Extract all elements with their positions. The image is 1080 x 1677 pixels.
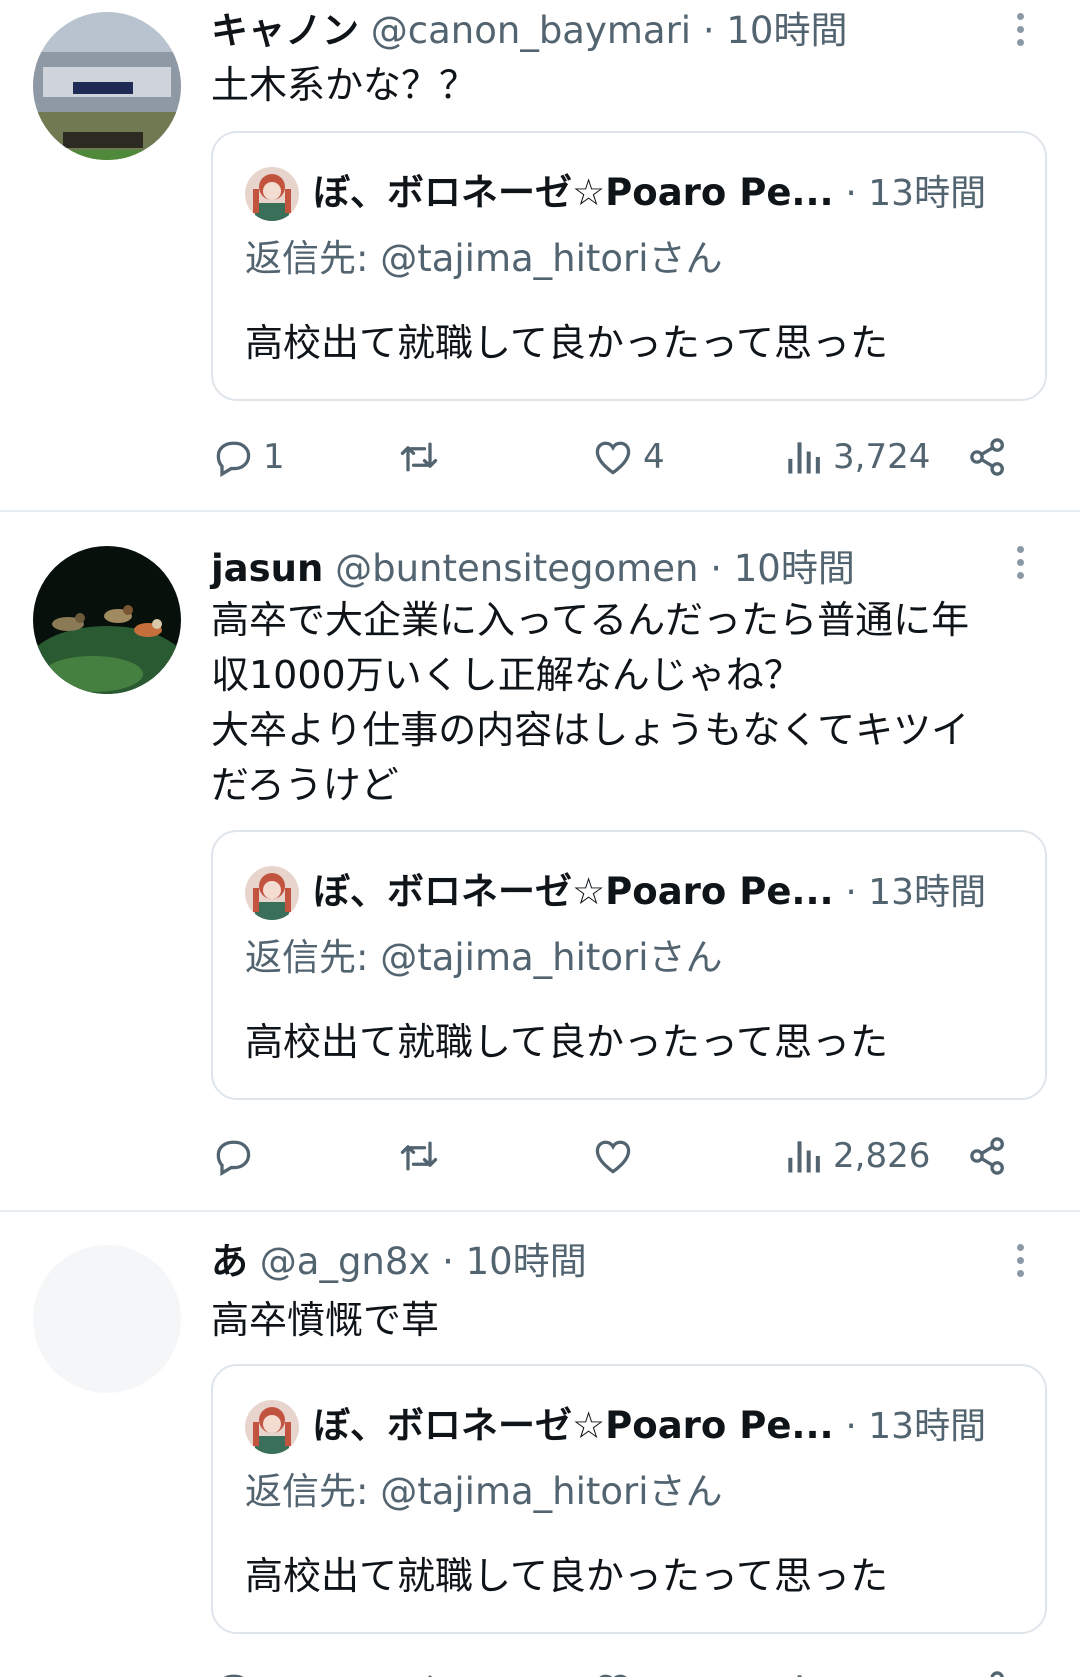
tweet[interactable]: キャノン @canon_baymari · 10時間 土木系かな？？ ぼ、ボロネ… bbox=[0, 0, 1080, 508]
quoted-reply-to: 返信先: @tajima_hitoriさん bbox=[245, 237, 723, 280]
tweet-text-line: だろうけど bbox=[211, 763, 399, 807]
view-count: 3,724 bbox=[833, 437, 931, 477]
retweet-icon bbox=[428, 1675, 432, 1677]
tweet-header: あ @a_gn8x · 10時間 bbox=[211, 1240, 587, 1284]
retweet-button[interactable] bbox=[397, 1660, 441, 1677]
like-count: 4 bbox=[643, 437, 665, 477]
share-button[interactable] bbox=[966, 427, 1010, 487]
share-button[interactable] bbox=[966, 1126, 1010, 1186]
separator-dot: · bbox=[710, 547, 722, 590]
tweet-text: 土木系かな？？ bbox=[211, 58, 1041, 113]
quoted-reply-to: 返信先: @tajima_hitoriさん bbox=[245, 1470, 723, 1513]
like-button[interactable] bbox=[591, 1660, 635, 1677]
tweet-text-line: 収1000万いくし正解なんじゃね？ bbox=[211, 653, 802, 697]
user-handle[interactable]: @buntensitegomen bbox=[335, 547, 698, 590]
timestamp[interactable]: 10時間 bbox=[466, 1240, 587, 1283]
quoted-header: ぼ、ボロネーゼ☆Poaro Pe... · 13時間 bbox=[313, 1402, 986, 1451]
timestamp[interactable]: 10時間 bbox=[726, 9, 847, 52]
share-icon bbox=[970, 438, 1004, 476]
share-button[interactable] bbox=[966, 1660, 1010, 1677]
heart-icon bbox=[595, 1140, 631, 1174]
display-name[interactable]: jasun bbox=[211, 547, 323, 590]
quoted-avatar bbox=[245, 1400, 299, 1454]
like-button[interactable]: 4 bbox=[591, 427, 665, 487]
share-icon bbox=[990, 1671, 1004, 1677]
reply-count: 1 bbox=[263, 437, 285, 477]
quoted-avatar bbox=[245, 167, 299, 221]
quoted-display-name: ぼ、ボロネーゼ☆Poaro Pe... bbox=[313, 870, 834, 913]
views-icon bbox=[788, 442, 820, 474]
quoted-timestamp: 13時間 bbox=[868, 872, 987, 913]
reply-icon bbox=[216, 441, 251, 477]
share-icon bbox=[970, 1137, 1004, 1175]
retweet-icon bbox=[400, 442, 438, 472]
avatar[interactable] bbox=[33, 1245, 181, 1393]
display-name[interactable]: キャノン bbox=[211, 9, 359, 52]
quoted-header: ぼ、ボロネーゼ☆Poaro Pe... · 13時間 bbox=[313, 169, 986, 218]
retweet-button[interactable] bbox=[397, 427, 449, 487]
reply-icon bbox=[216, 1140, 251, 1176]
views-button[interactable]: 2,826 bbox=[781, 1126, 930, 1186]
avatar[interactable] bbox=[33, 546, 181, 694]
retweet-icon bbox=[400, 1141, 438, 1171]
views-button[interactable] bbox=[781, 1660, 825, 1677]
separator-dot: · bbox=[845, 173, 857, 214]
reply-button[interactable]: 1 bbox=[211, 427, 285, 487]
reply-button[interactable] bbox=[211, 1126, 263, 1186]
quoted-text: 高校出て就職して良かったって思った bbox=[245, 321, 888, 365]
more-vertical-icon[interactable] bbox=[1014, 1244, 1026, 1283]
tweet-text-line: 土木系かな？？ bbox=[211, 63, 478, 107]
tweet-actions: 2,826 bbox=[211, 1126, 1041, 1186]
retweet-button[interactable] bbox=[397, 1126, 449, 1186]
reply-button[interactable] bbox=[211, 1660, 255, 1677]
quoted-avatar bbox=[245, 866, 299, 920]
quoted-timestamp: 13時間 bbox=[868, 173, 987, 214]
quoted-tweet[interactable]: ぼ、ボロネーゼ☆Poaro Pe... · 13時間 返信先: @tajima_… bbox=[211, 1364, 1047, 1634]
separator-dot: · bbox=[702, 9, 715, 52]
views-icon bbox=[788, 1141, 820, 1173]
heart-icon bbox=[599, 1674, 627, 1677]
user-handle[interactable]: @canon_baymari bbox=[371, 9, 691, 52]
tweet-text: 高卒憤慨で草 bbox=[211, 1293, 1041, 1348]
separator-dot: · bbox=[845, 872, 857, 913]
quoted-text: 高校出て就職して良かったって思った bbox=[245, 1554, 888, 1598]
view-count: 2,826 bbox=[833, 1136, 931, 1176]
quoted-tweet[interactable]: ぼ、ボロネーゼ☆Poaro Pe... · 13時間 返信先: @tajima_… bbox=[211, 830, 1047, 1100]
tweet-header: jasun @buntensitegomen · 10時間 bbox=[211, 547, 855, 591]
tweet-header: キャノン @canon_baymari · 10時間 bbox=[211, 9, 847, 53]
user-handle[interactable]: @a_gn8x bbox=[260, 1240, 431, 1283]
tweet-actions bbox=[211, 1660, 1041, 1677]
tweet[interactable]: jasun @buntensitegomen · 10時間 高卒で大企業に入って… bbox=[0, 512, 1080, 1210]
avatar[interactable] bbox=[33, 12, 181, 160]
tweet-actions: 1 4 3,724 bbox=[211, 427, 1041, 487]
quoted-header: ぼ、ボロネーゼ☆Poaro Pe... · 13時間 bbox=[313, 868, 986, 917]
tweet-text-line: 高卒憤慨で草 bbox=[211, 1298, 440, 1342]
like-button[interactable] bbox=[591, 1126, 643, 1186]
quoted-display-name: ぼ、ボロネーゼ☆Poaro Pe... bbox=[313, 171, 834, 214]
tweet-text-line: 大卒より仕事の内容はしょうもなくてキツイ bbox=[211, 708, 970, 752]
quoted-tweet[interactable]: ぼ、ボロネーゼ☆Poaro Pe... · 13時間 返信先: @tajima_… bbox=[211, 131, 1047, 401]
more-vertical-icon[interactable] bbox=[1014, 13, 1026, 52]
views-icon bbox=[797, 1675, 802, 1677]
tweet[interactable]: あ @a_gn8x · 10時間 高卒憤慨で草 ぼ、ボロネーゼ☆Poaro Pe… bbox=[0, 1212, 1080, 1677]
timestamp[interactable]: 10時間 bbox=[734, 547, 855, 590]
quoted-text: 高校出て就職して良かったって思った bbox=[245, 1020, 888, 1064]
quoted-reply-to: 返信先: @tajima_hitoriさん bbox=[245, 936, 723, 979]
views-button[interactable]: 3,724 bbox=[781, 427, 930, 487]
quoted-timestamp: 13時間 bbox=[868, 1406, 987, 1447]
separator-dot: · bbox=[845, 1406, 857, 1447]
tweet-text: 高卒で大企業に入ってるんだったら普通に年 収1000万いくし正解なんじゃね？ 大… bbox=[211, 593, 1041, 813]
display-name[interactable]: あ bbox=[211, 1240, 248, 1283]
separator-dot: · bbox=[442, 1240, 454, 1283]
heart-icon bbox=[595, 441, 631, 475]
reply-icon bbox=[223, 1674, 244, 1677]
tweet-text-line: 高卒で大企業に入ってるんだったら普通に年 bbox=[211, 598, 970, 642]
more-vertical-icon[interactable] bbox=[1014, 546, 1026, 585]
quoted-display-name: ぼ、ボロネーゼ☆Poaro Pe... bbox=[313, 1404, 834, 1447]
